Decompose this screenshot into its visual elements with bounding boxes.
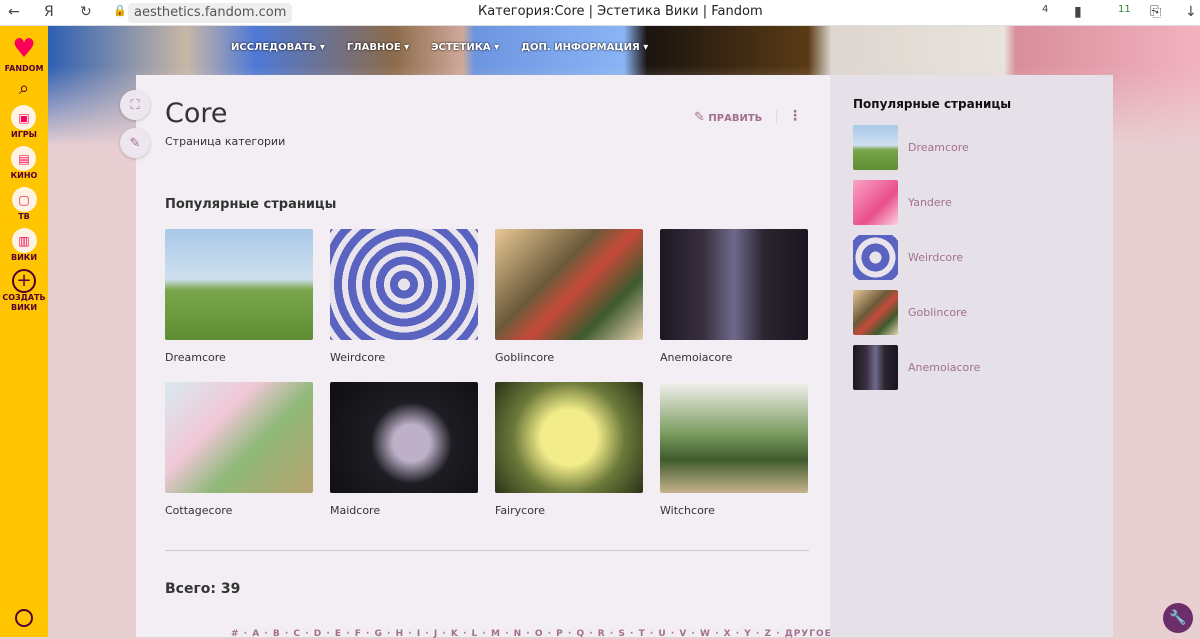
rail-item-dreamcore[interactable]: Dreamcore: [853, 125, 969, 170]
lock-icon: 🔒: [113, 4, 127, 17]
tile-fairycore[interactable]: Fairycore: [495, 382, 643, 517]
thumbnail: [660, 382, 808, 493]
fullscreen-icon[interactable]: ⛶: [120, 90, 150, 120]
pencil-icon: ✎: [694, 110, 705, 125]
nav-create-wiki[interactable]: + СОЗДАТЬ ВИКИ: [2, 263, 46, 313]
clapper-icon: ▤: [11, 146, 37, 171]
rail-item-anemoiacore[interactable]: Anemoiacore: [853, 345, 980, 390]
book-icon: ▥: [11, 228, 37, 253]
thumbnail: [853, 235, 898, 280]
nav-movies[interactable]: ▤ КИНО: [11, 140, 37, 181]
protect-icon[interactable]: 4: [1042, 4, 1048, 15]
nav-explore[interactable]: ИССЛЕДОВАТЬ ▾: [231, 42, 325, 53]
thumbnail: [660, 229, 808, 340]
fandom-global-nav: ♥ FANDOM ⌕ ▣ ИГРЫ ▤ КИНО ▢ ТВ ▥ ВИКИ + СОЗДАТ…: [0, 26, 48, 637]
rail-item-weirdcore[interactable]: Weirdcore: [853, 235, 963, 280]
nav-tv[interactable]: ▢ ТВ: [11, 181, 37, 222]
nav-aesthetics[interactable]: ЭСТЕТИКА ▾: [431, 42, 499, 53]
thumbnail: [165, 382, 313, 493]
fandom-logo[interactable]: ♥ FANDOM: [5, 34, 44, 74]
tile-goblincore[interactable]: Goblincore: [495, 229, 643, 364]
reload-icon[interactable]: ↻: [80, 4, 92, 20]
alphabet-nav[interactable]: # · A · B · C · D · E · F · G · H · I · …: [231, 629, 832, 639]
browser-toolbar: ← Я ↻ 🔒 aesthetics.fandom.com Категория:…: [0, 0, 1200, 26]
nav-main[interactable]: ГЛАВНОЕ ▾: [347, 42, 409, 53]
tile-anemoiacore[interactable]: Anemoiacore: [660, 229, 808, 364]
thumbnail: [853, 180, 898, 225]
extension-icon[interactable]: 11: [1118, 4, 1131, 15]
plus-icon: +: [12, 269, 36, 293]
thumbnail: [495, 229, 643, 340]
thumbnail: [165, 229, 313, 340]
more-options-icon[interactable]: ⋮: [788, 108, 802, 124]
popular-pages-heading: Популярные страницы: [165, 197, 337, 212]
nav-more-info[interactable]: ДОП. ИНФОРМАЦИЯ ▾: [521, 42, 648, 53]
translate-icon[interactable]: ⎘: [1150, 4, 1161, 20]
gamepad-icon: ▣: [11, 105, 37, 130]
wrench-icon[interactable]: 🔧: [1163, 603, 1193, 633]
tile-maidcore[interactable]: Maidcore: [330, 382, 478, 517]
download-icon[interactable]: ↓: [1185, 4, 1197, 20]
address-bar[interactable]: aesthetics.fandom.com: [128, 3, 293, 23]
thumbnail: [495, 382, 643, 493]
edit-pencil-icon[interactable]: ✎: [120, 128, 150, 158]
thumbnail: [853, 345, 898, 390]
page-title: Core: [165, 98, 228, 129]
divider: [776, 110, 777, 124]
back-icon[interactable]: ←: [8, 4, 20, 20]
search-icon[interactable]: ⌕: [19, 78, 29, 99]
page-tab-title: Категория:Core | Эстетика Вики | Fandom: [478, 4, 763, 19]
fandom-flame-icon: ♥: [12, 34, 36, 64]
nav-wikis[interactable]: ▥ ВИКИ: [11, 222, 37, 263]
yandex-icon[interactable]: Я: [44, 4, 54, 20]
user-icon[interactable]: [15, 609, 33, 627]
bookmark-icon[interactable]: ▮: [1074, 4, 1082, 20]
rail-item-yandere[interactable]: Yandere: [853, 180, 952, 225]
edit-button[interactable]: ✎ ПРАВИТЬ: [694, 110, 762, 125]
thumbnail: [330, 382, 478, 493]
rail-item-goblincore[interactable]: Goblincore: [853, 290, 967, 335]
tile-weirdcore[interactable]: Weirdcore: [330, 229, 478, 364]
nav-games[interactable]: ▣ ИГРЫ: [11, 99, 37, 140]
divider: [165, 550, 809, 551]
rail-heading: Популярные страницы: [853, 97, 1012, 111]
thumbnail: [330, 229, 478, 340]
page-subtitle: Страница категории: [165, 135, 286, 148]
tv-icon: ▢: [11, 187, 37, 212]
tile-witchcore[interactable]: Witchcore: [660, 382, 808, 517]
tile-dreamcore[interactable]: Dreamcore: [165, 229, 313, 364]
thumbnail: [853, 290, 898, 335]
tile-cottagecore[interactable]: Cottagecore: [165, 382, 313, 517]
wiki-nav: ИССЛЕДОВАТЬ ▾ ГЛАВНОЕ ▾ ЭСТЕТИКА ▾ ДОП. …: [231, 42, 648, 53]
total-count: Всего: 39: [165, 581, 241, 597]
thumbnail: [853, 125, 898, 170]
